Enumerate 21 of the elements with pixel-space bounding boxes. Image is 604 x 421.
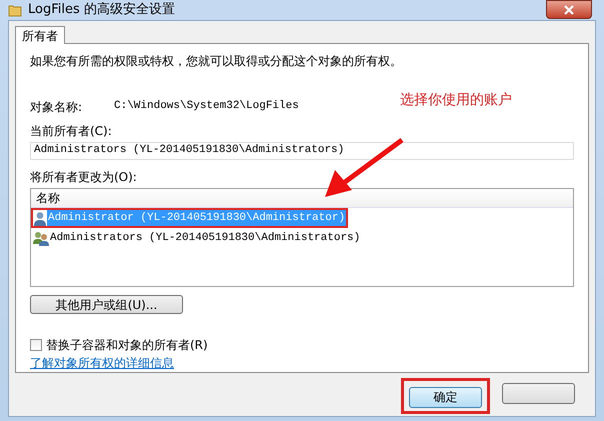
close-icon: [563, 4, 575, 14]
help-link[interactable]: 了解对象所有权的详细信息: [30, 354, 174, 372]
tab[interactable]: 所有者: [15, 26, 65, 44]
object-name-label: 对象名称:: [30, 98, 84, 116]
annotation-text: 选择你使用的账户: [400, 90, 512, 110]
other-users-button[interactable]: 其他用户或组(U)...: [30, 294, 183, 314]
window-title: LogFiles 的高级安全设置: [28, 1, 175, 19]
change-owner-label: 将所有者更改为(O):: [30, 168, 138, 186]
folder-icon: [8, 2, 22, 17]
checkbox[interactable]: [30, 338, 42, 350]
close-button[interactable]: [546, 0, 592, 19]
dialog-button[interactable]: [502, 382, 575, 404]
object-name-value: C:\Windows\System32\LogFiles: [114, 99, 299, 114]
current-owner-label: 当前所有者(C):: [30, 122, 113, 140]
intro-text: 如果您有所需的权限或特权，您就可以取得或分配这个对象的所有权。: [30, 52, 403, 70]
checkbox-label: 替换子容器和对象的所有者(R): [46, 336, 208, 354]
ok-button[interactable]: 确定: [409, 386, 482, 408]
user-icon: [33, 210, 47, 226]
users-icon: [33, 230, 49, 246]
list-item[interactable]: Administrators (YL-201405191830\Administrators): [49, 230, 362, 246]
current-owner-field: Administrators (YL-201405191830\Administrators): [30, 142, 574, 160]
